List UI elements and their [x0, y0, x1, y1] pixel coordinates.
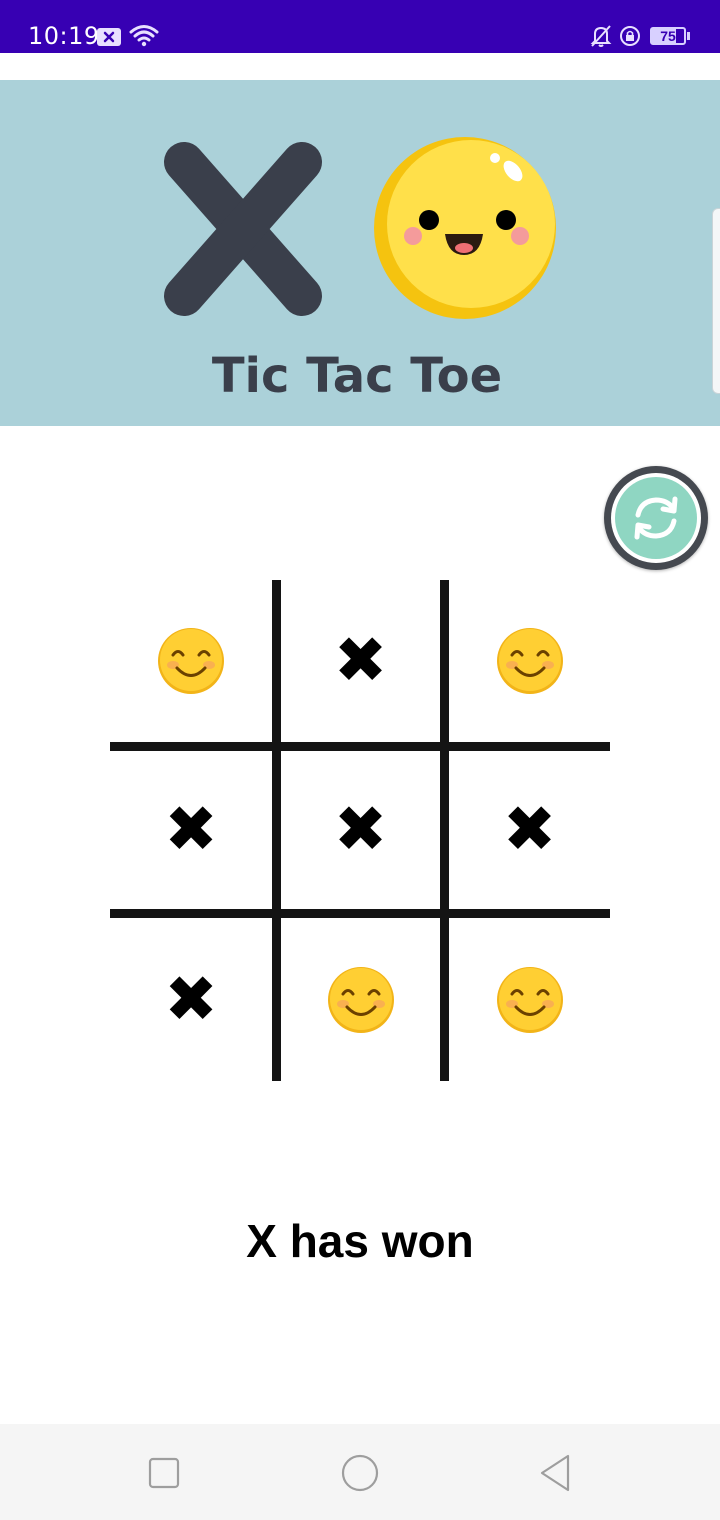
- smiling-face-icon: [158, 628, 224, 694]
- x-mark: ✖: [333, 624, 388, 698]
- home-icon[interactable]: [337, 1450, 383, 1496]
- board-cell-r3-c2[interactable]: [281, 918, 440, 1081]
- battery-tip: [687, 32, 690, 40]
- battery-level: 75: [660, 28, 676, 44]
- board-cell-r2-c2[interactable]: ✖: [281, 751, 440, 909]
- status-time: 10:19: [28, 22, 100, 50]
- board-cell-r1-c2[interactable]: ✖: [281, 580, 440, 742]
- board-cell-r2-c3[interactable]: ✖: [449, 751, 610, 909]
- x-mark: ✖: [333, 793, 388, 867]
- notification-x-icon: [97, 28, 121, 46]
- grid-line-vertical-2: [440, 580, 449, 1081]
- board-cell-r1-c3[interactable]: [449, 580, 610, 742]
- navigation-bar: [0, 1424, 720, 1520]
- smiling-face-icon: [327, 966, 394, 1033]
- grid-line-vertical-1: [272, 580, 281, 1081]
- x-logo-icon: [164, 142, 322, 316]
- board-cell-r3-c3[interactable]: [449, 918, 610, 1081]
- wifi-icon: [129, 25, 159, 47]
- app-banner: Tic Tac Toe: [0, 80, 720, 426]
- status-bar: 10:19 75: [0, 0, 720, 53]
- grid-line-horizontal-1: [110, 742, 610, 751]
- lock-icon: [620, 26, 640, 46]
- board-cell-r2-c1[interactable]: ✖: [110, 751, 272, 909]
- recent-apps-icon[interactable]: [141, 1450, 187, 1496]
- smiling-face-icon: [496, 966, 563, 1033]
- reset-button-ring: [611, 473, 701, 563]
- battery-icon: 75: [650, 27, 686, 45]
- result-text: X has won: [246, 1215, 474, 1267]
- reset-game-button[interactable]: [604, 466, 708, 570]
- bell-off-icon: [590, 25, 612, 47]
- back-icon[interactable]: [533, 1450, 579, 1496]
- x-mark: ✖: [164, 793, 218, 867]
- board-cell-r1-c1[interactable]: [110, 580, 272, 742]
- refresh-icon: [634, 496, 678, 540]
- edge-panel-handle[interactable]: [712, 208, 720, 394]
- x-mark: ✖: [164, 962, 218, 1037]
- app-title: Tic Tac Toe: [211, 348, 503, 404]
- reset-button-disc: [615, 477, 697, 559]
- smiling-face-icon: [496, 628, 563, 694]
- board-cell-r3-c1[interactable]: ✖: [110, 918, 272, 1081]
- grid-line-horizontal-2: [110, 909, 610, 918]
- x-mark: ✖: [502, 793, 557, 867]
- game-board: ✖ ✖ ✖ ✖ ✖: [110, 580, 610, 1081]
- smiley-logo-icon: [374, 137, 556, 319]
